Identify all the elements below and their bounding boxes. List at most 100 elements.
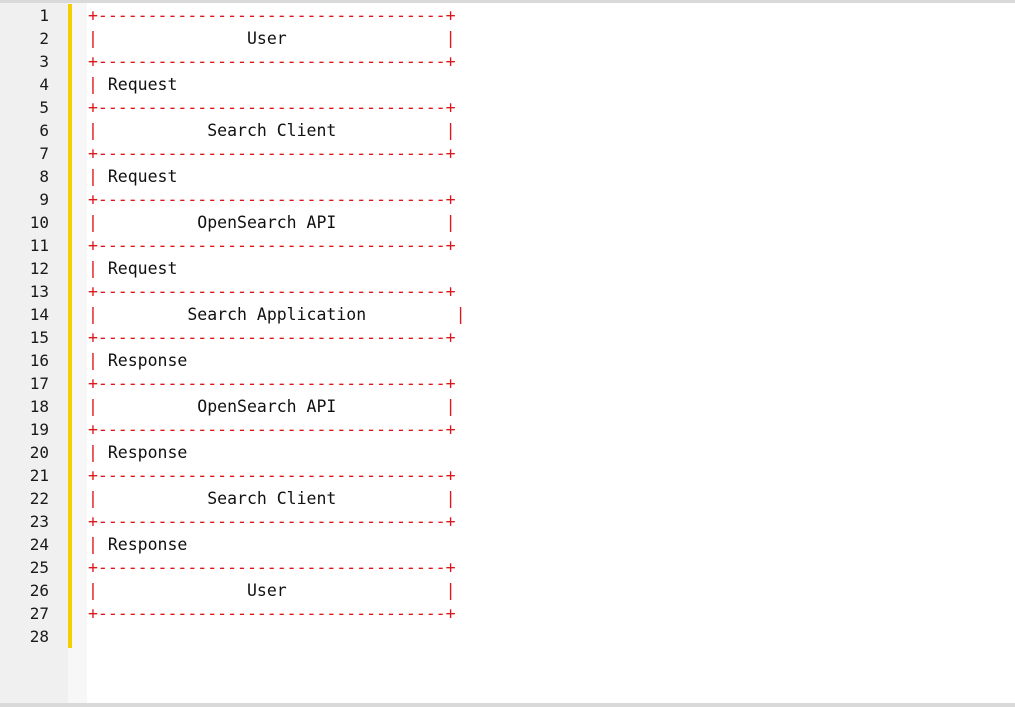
line-number: 12 (29, 259, 49, 278)
code-line[interactable]: | Request (88, 165, 648, 188)
code-line[interactable]: +-----------------------------------+ (88, 280, 648, 303)
ascii-border: | (88, 535, 98, 554)
line-text: Request (97, 167, 178, 186)
ascii-border: | (88, 75, 98, 94)
code-line[interactable]: | OpenSearch API | (88, 211, 648, 234)
ascii-border: | (88, 305, 98, 324)
ascii-border: +-----------------------------------+ (88, 98, 456, 117)
code-line[interactable]: | User | (88, 579, 648, 602)
ascii-border: | (445, 397, 456, 416)
line-text: User (97, 29, 446, 48)
line-number: 8 (39, 167, 49, 186)
code-line[interactable]: +-----------------------------------+ (88, 510, 648, 533)
line-number: 3 (39, 52, 49, 71)
ascii-border: +-----------------------------------+ (88, 466, 456, 485)
line-number: 10 (29, 213, 49, 232)
ascii-border: | (88, 167, 98, 186)
line-number: 18 (29, 397, 49, 416)
code-line[interactable]: | Request (88, 73, 648, 96)
code-line[interactable]: +-----------------------------------+ (88, 142, 648, 165)
ascii-border: | (445, 213, 456, 232)
line-text: OpenSearch API (97, 213, 446, 232)
code-line[interactable]: | Search Client | (88, 119, 648, 142)
code-line[interactable]: +-----------------------------------+ (88, 464, 648, 487)
code-line[interactable]: | User | (88, 27, 648, 50)
code-line[interactable]: +-----------------------------------+ (88, 4, 648, 27)
ascii-border: | (445, 581, 456, 600)
code-line[interactable]: | Search Client | (88, 487, 648, 510)
code-line[interactable]: | Request (88, 257, 648, 280)
ascii-border: +-----------------------------------+ (88, 52, 456, 71)
code-line[interactable]: | OpenSearch API | (88, 395, 648, 418)
line-text: Search Client (97, 121, 446, 140)
line-number: 14 (29, 305, 49, 324)
line-number: 13 (29, 282, 49, 301)
line-text: Response (97, 535, 188, 554)
line-number: 15 (29, 328, 49, 347)
line-number: 6 (39, 121, 49, 140)
line-text: Request (97, 75, 178, 94)
code-line[interactable]: +-----------------------------------+ (88, 50, 648, 73)
ascii-border: +-----------------------------------+ (88, 328, 456, 347)
text-editor-area[interactable]: +-----------------------------------+ | U… (88, 4, 648, 648)
line-number: 2 (39, 29, 49, 48)
line-number: 11 (29, 236, 49, 255)
ascii-border: | (88, 581, 98, 600)
line-number: 4 (39, 75, 49, 94)
ascii-border: | (445, 29, 456, 48)
line-number: 24 (29, 535, 49, 554)
line-number: 27 (29, 604, 49, 623)
code-line[interactable]: | Response (88, 349, 648, 372)
line-text: Response (97, 443, 188, 462)
line-number: 23 (29, 512, 49, 531)
line-number: 17 (29, 374, 49, 393)
ascii-border: +-----------------------------------+ (88, 558, 456, 577)
change-history-bar (68, 4, 72, 648)
line-text: Request (97, 259, 178, 278)
line-number: 21 (29, 466, 49, 485)
code-line[interactable]: +-----------------------------------+ (88, 326, 648, 349)
code-line[interactable]: +-----------------------------------+ (88, 188, 648, 211)
code-line[interactable]: +-----------------------------------+ (88, 602, 648, 625)
code-line[interactable]: +-----------------------------------+ (88, 418, 648, 441)
ascii-border: | (88, 29, 98, 48)
code-line[interactable]: +-----------------------------------+ (88, 556, 648, 579)
line-number: 1 (39, 6, 49, 25)
code-line[interactable] (88, 625, 648, 648)
ascii-border: +-----------------------------------+ (88, 420, 456, 439)
line-number: 25 (29, 558, 49, 577)
line-number: 5 (39, 98, 49, 117)
line-number: 16 (29, 351, 49, 370)
ascii-border: | (88, 489, 98, 508)
ascii-border: +-----------------------------------+ (88, 6, 456, 25)
ascii-border: +-----------------------------------+ (88, 236, 456, 255)
ascii-border: | (88, 259, 98, 278)
line-text: User (97, 581, 446, 600)
code-line[interactable]: | Response (88, 533, 648, 556)
code-line[interactable]: +-----------------------------------+ (88, 372, 648, 395)
code-line[interactable]: | Response (88, 441, 648, 464)
ascii-border: | (445, 121, 456, 140)
window-bottom-border (0, 703, 1015, 707)
ascii-border: | (445, 489, 456, 508)
ascii-border: +-----------------------------------+ (88, 190, 456, 209)
line-number: 9 (39, 190, 49, 209)
ascii-border: | (88, 121, 98, 140)
ascii-border: +-----------------------------------+ (88, 144, 456, 163)
ascii-border: | (88, 397, 98, 416)
ascii-border: +-----------------------------------+ (88, 512, 456, 531)
line-text: Search Client (97, 489, 446, 508)
code-line[interactable]: +-----------------------------------+ (88, 234, 648, 257)
ascii-border: +-----------------------------------+ (88, 604, 456, 623)
line-text: Response (97, 351, 188, 370)
ascii-border: | (88, 213, 98, 232)
ascii-border: | (88, 443, 98, 462)
code-line[interactable]: +-----------------------------------+ (88, 96, 648, 119)
line-number: 7 (39, 144, 49, 163)
line-number: 22 (29, 489, 49, 508)
code-line[interactable]: | Search Application | (88, 303, 648, 326)
line-number: 19 (29, 420, 49, 439)
line-number: 26 (29, 581, 49, 600)
window-top-border (0, 0, 1015, 3)
line-number: 28 (29, 627, 49, 646)
